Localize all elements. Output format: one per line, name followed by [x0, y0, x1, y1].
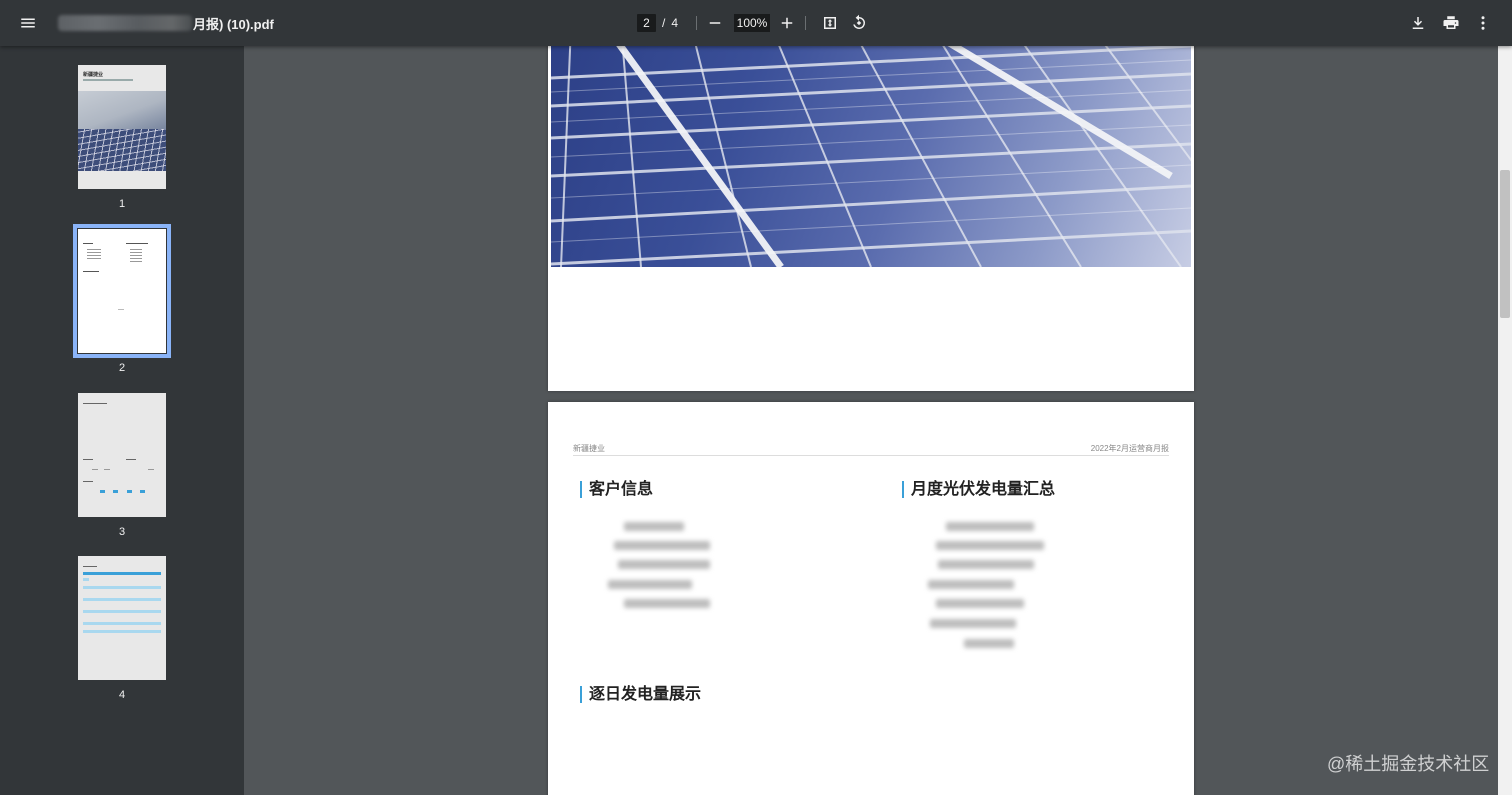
thumb-mark: [118, 309, 124, 310]
redacted-field: [930, 619, 1016, 628]
page-separator: /: [662, 16, 666, 30]
print-icon: [1443, 16, 1459, 29]
pdf-page-1: [548, 46, 1194, 391]
header-divider: [573, 455, 1169, 456]
thumb-line: [130, 252, 142, 253]
thumb-icon: [140, 490, 145, 493]
thumbnail-sidebar: 新疆捷业 1 2 3 4: [0, 46, 244, 795]
thumb-table-row: [83, 578, 89, 581]
section-title-customer: 客户信息: [580, 481, 653, 498]
rotate-button[interactable]: [843, 7, 875, 39]
section-title-daily: 逐日发电量展示: [580, 686, 701, 703]
thumb-heading: [126, 459, 136, 460]
redacted-field: [936, 599, 1024, 608]
thumb-line: [130, 261, 142, 262]
thumb-line: [130, 255, 142, 256]
thumb-icon: [127, 490, 132, 493]
thumb-heading: [83, 243, 93, 244]
redacted-field: [618, 560, 710, 569]
page-header-report: 2022年2月运营商月报: [1090, 444, 1169, 453]
solar-panel-grid: [551, 46, 1191, 267]
pdf-toolbar: 月报) (10).pdf 2 / 4 100%: [0, 0, 1512, 46]
toolbar-divider: [696, 16, 697, 30]
thumb-line: [130, 249, 142, 250]
document-title: 月报) (10).pdf: [58, 15, 274, 32]
document-title-text: 月报) (10).pdf: [193, 16, 274, 32]
menu-icon[interactable]: [12, 7, 44, 39]
thumb-line: [87, 258, 101, 259]
page-number-input[interactable]: 2: [637, 14, 656, 32]
pdf-page-2: 新疆捷业 2022年2月运营商月报 客户信息 月度光伏发电量汇总 逐日发电量展示: [548, 402, 1194, 795]
thumb-heading: [83, 403, 107, 404]
thumb-line: [87, 252, 101, 253]
vertical-scrollbar[interactable]: [1498, 46, 1512, 795]
thumbnail-subtitle-line: [83, 79, 133, 81]
thumbnail-solar-panels: [78, 129, 166, 171]
zoom-input[interactable]: 100%: [734, 14, 770, 32]
thumb-icon: [100, 490, 105, 493]
thumb-line: [92, 469, 98, 470]
zoom-out-icon: [709, 22, 721, 24]
thumb-line: [148, 469, 154, 470]
thumbnail-page-4[interactable]: [78, 556, 166, 680]
thumbnail-title: 新疆捷业: [83, 72, 104, 78]
zoom-out-button[interactable]: [699, 7, 731, 39]
thumb-table-row: [83, 630, 161, 633]
redacted-field: [614, 541, 710, 550]
thumbnail-number: 4: [118, 689, 126, 701]
redacted-field: [964, 639, 1014, 648]
rotate-icon: [853, 14, 866, 29]
fit-page-icon: [824, 17, 836, 29]
thumbnail-page-3[interactable]: [78, 393, 166, 517]
download-icon: [1412, 17, 1424, 29]
thumb-heading: [126, 243, 148, 244]
redacted-field: [946, 522, 1034, 531]
thumb-table-row: [83, 610, 161, 613]
redacted-field: [928, 580, 1014, 589]
more-vert-icon: [1481, 16, 1485, 30]
document-viewer[interactable]: 新疆捷业 2022年2月运营商月报 客户信息 月度光伏发电量汇总 逐日发电量展示: [244, 46, 1498, 795]
toolbar-divider: [805, 16, 806, 30]
fit-page-button[interactable]: [814, 7, 846, 39]
thumb-line: [104, 469, 110, 470]
thumb-table-header: [83, 572, 161, 575]
thumb-line: [87, 249, 101, 250]
page-header-company: 新疆捷业: [573, 444, 605, 453]
scrollbar-thumb[interactable]: [1500, 170, 1510, 318]
print-button[interactable]: [1435, 7, 1467, 39]
thumbnail-number: 3: [118, 526, 126, 538]
download-button[interactable]: [1402, 7, 1434, 39]
redacted-field: [624, 599, 710, 608]
page-selector: 2 / 4: [637, 14, 678, 32]
thumbnail-number: 1: [118, 198, 126, 210]
section-title-monthly: 月度光伏发电量汇总: [902, 481, 1055, 498]
thumb-icon: [113, 490, 118, 493]
page-total: 4: [671, 16, 679, 30]
thumb-heading: [83, 459, 93, 460]
zoom-in-icon: [781, 17, 793, 29]
watermark: @稀土掘金技术社区: [1327, 754, 1490, 774]
thumb-line: [130, 258, 142, 259]
thumb-heading: [83, 566, 97, 567]
thumb-table-row: [83, 622, 161, 625]
thumbnail-page-2[interactable]: [73, 224, 171, 358]
solar-panel-photo: [551, 46, 1191, 267]
thumb-table-row: [83, 598, 161, 601]
thumb-table-row: [83, 586, 161, 589]
thumb-heading: [83, 271, 99, 272]
thumb-line: [87, 255, 101, 256]
redacted-field: [938, 560, 1034, 569]
redacted-field: [608, 580, 692, 589]
redacted-field: [936, 541, 1044, 550]
thumbnail-number: 2: [118, 362, 126, 374]
thumbnail-page-1[interactable]: 新疆捷业: [78, 65, 166, 189]
redacted-field: [624, 522, 684, 531]
redacted-title-part: [58, 15, 192, 31]
thumb-heading: [83, 481, 93, 482]
zoom-in-button[interactable]: [771, 7, 803, 39]
more-options-button[interactable]: [1467, 7, 1499, 39]
